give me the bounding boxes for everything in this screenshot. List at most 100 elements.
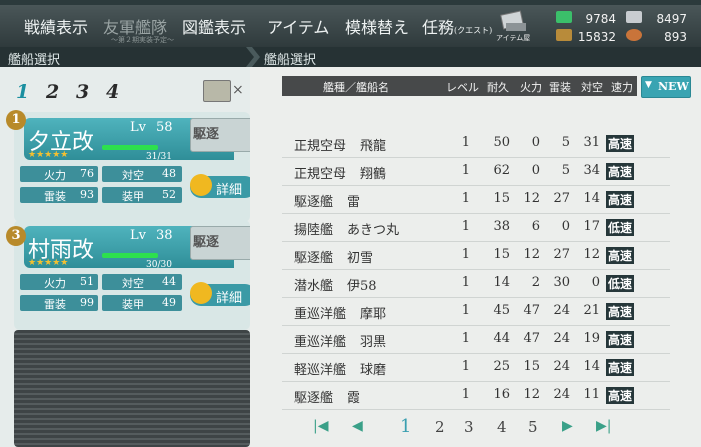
firepower-label: 火力 xyxy=(44,169,66,182)
torpedo-label: 雷装 xyxy=(44,298,66,311)
ship-row[interactable]: 潜水艦 伊58 1 14 2 30 0 低速 xyxy=(282,270,670,298)
ship-hp: 15 xyxy=(493,191,510,206)
ship-row[interactable]: 駆逐艦雷 1 15 12 27 14 高速 xyxy=(282,186,670,214)
header-aa[interactable]: 対空 xyxy=(581,79,603,95)
armor-label: 装甲 xyxy=(122,298,144,311)
menu-items[interactable]: アイテム xyxy=(267,14,329,38)
header-speed[interactable]: 速力 xyxy=(611,79,633,95)
header-hp[interactable]: 耐久 xyxy=(487,79,509,95)
first-page-button[interactable]: |◀ xyxy=(313,418,328,434)
ship-card-1[interactable]: 夕立改 Lv 58 ★★★★★ 31/31 火力 76 対空 48 雷装 93 … xyxy=(14,112,258,222)
ship-row[interactable]: 駆逐艦霞 1 16 12 24 11 高速 xyxy=(282,382,670,410)
header-level[interactable]: レベル xyxy=(446,79,479,95)
hp-bar xyxy=(102,145,158,150)
detail-label: 詳細 xyxy=(216,183,243,198)
aa-value: 44 xyxy=(162,275,176,288)
fleet-tab-1[interactable]: 1 xyxy=(16,81,29,103)
ship-type-label: 駆逐 xyxy=(193,235,220,250)
firepower-label: 火力 xyxy=(44,277,66,290)
ship-torpedo: 5 xyxy=(561,135,570,150)
menu-record[interactable]: 戦績表示 xyxy=(24,14,88,38)
ship-hp: 16 xyxy=(493,387,510,402)
ship-hp: 15 xyxy=(493,247,510,262)
menu-quest-sub: (クエスト) xyxy=(454,26,493,35)
breadcrumb-right: 艦船選択 xyxy=(264,53,317,68)
magnifier-icon xyxy=(190,174,212,196)
menu-encyclopedia[interactable]: 図鑑表示 xyxy=(182,14,246,38)
header-torpedo[interactable]: 雷装 xyxy=(549,79,571,95)
detail-button[interactable]: 詳細 xyxy=(190,282,256,306)
detail-button[interactable]: 詳細 xyxy=(190,174,256,198)
ship-speed: 高速 xyxy=(606,359,635,376)
hp-text: 30/30 xyxy=(146,260,172,270)
dropdown-arrow-icon: ▼ xyxy=(645,80,652,90)
ship-torpedo: 24 xyxy=(553,359,570,374)
prev-page-button[interactable]: ◀ xyxy=(352,418,363,434)
ship-row[interactable]: 重巡洋艦 羽黒 1 44 47 24 19 高速 xyxy=(282,326,670,354)
ship-row[interactable]: 正規空母 翔鶴 1 62 0 5 34 高速 xyxy=(282,158,670,186)
breadcrumb-separator xyxy=(246,47,260,67)
ship-hp: 62 xyxy=(493,163,510,178)
level-value: 58 xyxy=(156,120,173,135)
sort-new-button[interactable]: ▼ NEW xyxy=(641,76,691,98)
detail-label: 詳細 xyxy=(216,291,243,306)
ship-firepower: 47 xyxy=(523,331,540,346)
shop-icon xyxy=(500,10,526,31)
header-firepower[interactable]: 火力 xyxy=(520,79,542,95)
ship-row[interactable]: 正規空母 飛龍 1 50 0 5 31 高速 xyxy=(282,130,670,158)
ship-type: 駆逐艦 xyxy=(294,391,334,406)
ship-hp: 45 xyxy=(493,303,510,318)
ship-name: 飛龍 xyxy=(360,139,387,154)
ship-hp: 50 xyxy=(493,135,510,150)
ship-hp: 38 xyxy=(493,219,510,234)
fuel-count: 9784 xyxy=(585,12,616,26)
ship-torpedo: 27 xyxy=(553,191,570,206)
ship-aa: 31 xyxy=(583,135,600,150)
fleet-tab-4[interactable]: 4 xyxy=(106,81,119,103)
item-shop-button[interactable]: アイテム屋 xyxy=(496,9,532,43)
ship-firepower: 6 xyxy=(531,219,540,234)
ship-row[interactable]: 駆逐艦 初雪 1 15 12 27 12 高速 xyxy=(282,242,670,270)
ship-hp: 14 xyxy=(493,275,510,290)
header-type-name[interactable]: 艦種／艦船名 xyxy=(323,79,389,95)
ship-type: 駆逐艦 xyxy=(294,251,334,266)
ship-card-2[interactable]: 村雨改 Lv 38 ★★★★★ 30/30 火力 51 対空 44 雷装 99 … xyxy=(14,220,258,330)
firepower-value: 51 xyxy=(80,275,94,288)
ship-firepower: 12 xyxy=(523,247,540,262)
menu-friend-fleet-note: ～第２期実装予定～ xyxy=(111,36,174,44)
ship-level: 1 xyxy=(461,303,470,318)
ship-name: あきつ丸 xyxy=(347,223,400,238)
level-label: Lv xyxy=(130,120,146,135)
last-page-button[interactable]: ▶| xyxy=(596,418,611,434)
ship-row[interactable]: 重巡洋艦 摩耶 1 45 47 24 21 高速 xyxy=(282,298,670,326)
ship-row[interactable]: 揚陸艦 あきつ丸 1 38 6 0 17 低速 xyxy=(282,214,670,242)
ship-speed: 低速 xyxy=(606,275,635,292)
fleet-tab-3[interactable]: 3 xyxy=(76,81,89,103)
page-5[interactable]: 5 xyxy=(528,418,538,436)
ship-type: 重巡洋艦 xyxy=(294,335,347,350)
page-2[interactable]: 2 xyxy=(435,418,445,436)
menu-furniture[interactable]: 模様替え xyxy=(345,14,409,38)
aa-stat: 対空 48 xyxy=(102,166,182,182)
ship-name: 霞 xyxy=(347,391,361,406)
next-page-button[interactable]: ▶ xyxy=(562,418,573,434)
ship-row[interactable]: 軽巡洋艦 球磨 1 25 15 24 14 高速 xyxy=(282,354,670,382)
ship-type: 重巡洋艦 xyxy=(294,307,347,322)
ship-level: 1 xyxy=(461,387,470,402)
ship-name: 雷 xyxy=(347,195,361,210)
ship-firepower: 2 xyxy=(531,275,540,290)
ship-aa: 34 xyxy=(583,163,600,178)
page-1[interactable]: 1 xyxy=(400,416,411,437)
page-4[interactable]: 4 xyxy=(497,418,507,436)
page-3[interactable]: 3 xyxy=(464,418,474,436)
star-rating: ★★★★★ xyxy=(28,258,69,268)
ship-level: 1 xyxy=(461,275,470,290)
menu-quest[interactable]: 任務(クエスト) xyxy=(422,14,492,38)
ship-type: 正規空母 xyxy=(294,167,347,182)
close-icon[interactable]: × xyxy=(232,82,244,98)
torpedo-stat: 雷装 99 xyxy=(20,295,98,311)
fleet-tab-2[interactable]: 2 xyxy=(46,81,59,103)
ship-type: 軽巡洋艦 xyxy=(294,363,347,378)
ship-firepower: 15 xyxy=(523,359,540,374)
item-shop-label: アイテム屋 xyxy=(496,34,531,42)
